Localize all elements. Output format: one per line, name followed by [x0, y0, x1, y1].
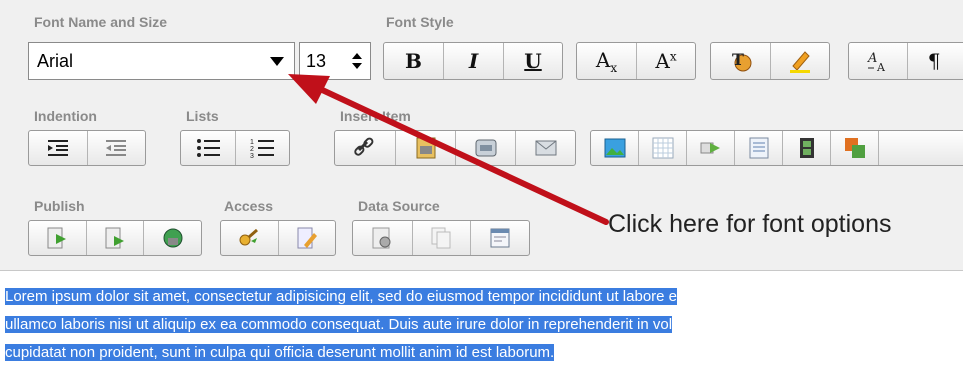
- editor-toolbar: Font Name and Size Font Style Arial 13 B…: [0, 0, 963, 268]
- editor-line-1: Lorem ipsum dolor sit amet, consectetur …: [5, 288, 678, 305]
- editor-line-2: ullamco laboris nisi ut aliquip ex ea co…: [5, 316, 673, 333]
- font-options-annotation: Click here for font options: [608, 210, 892, 238]
- editor-line-3: cupidatat non proident, sunt in culpa qu…: [5, 344, 555, 361]
- editor-content[interactable]: Lorem ipsum dolor sit amet, consectetur …: [0, 270, 963, 374]
